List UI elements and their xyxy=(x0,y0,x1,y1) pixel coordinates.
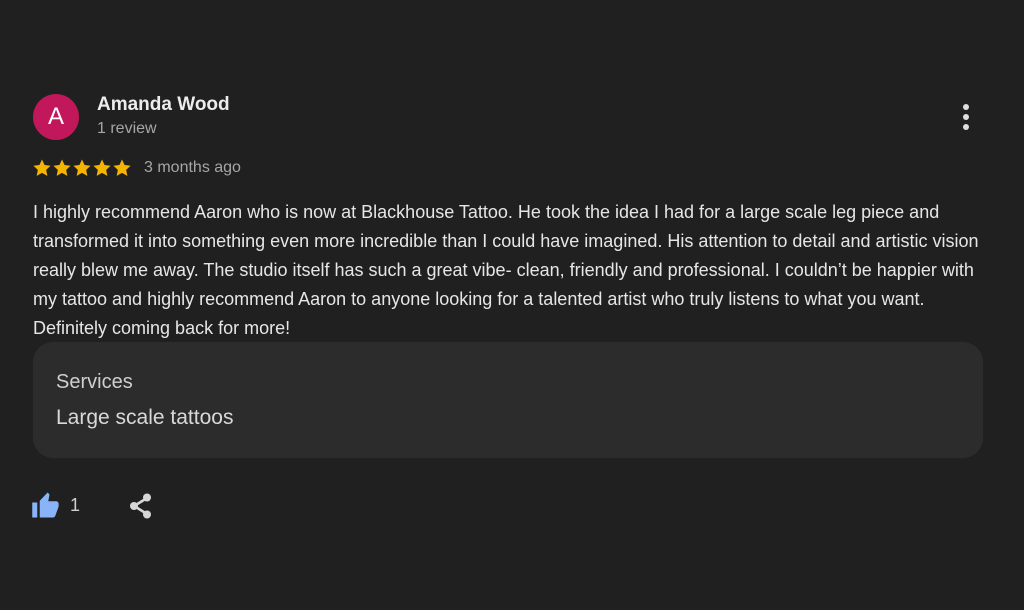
review-text: I highly recommend Aaron who is now at B… xyxy=(33,202,979,338)
author-name[interactable]: Amanda Wood xyxy=(97,94,230,116)
rating-row: 3 months ago xyxy=(32,156,241,180)
share-button[interactable] xyxy=(127,492,155,520)
avatar[interactable]: A xyxy=(33,94,79,140)
more-options-button[interactable] xyxy=(950,100,982,134)
like-button[interactable]: 1 xyxy=(31,490,80,520)
share-icon xyxy=(130,493,151,519)
review-card: A Amanda Wood 1 review 3 months ago I hi… xyxy=(0,0,1024,610)
star-rating xyxy=(32,158,132,178)
services-card: Services Large scale tattoos xyxy=(33,342,983,458)
thumbs-up-icon xyxy=(32,492,59,518)
services-value: Large scale tattoos xyxy=(56,406,234,429)
avatar-initial: A xyxy=(47,103,64,130)
star-icon xyxy=(53,159,71,176)
author-review-count: 1 review xyxy=(97,120,157,137)
star-icon xyxy=(93,159,111,176)
star-icon xyxy=(33,159,51,176)
services-title: Services xyxy=(56,371,133,393)
star-icon xyxy=(113,159,131,176)
like-count: 1 xyxy=(70,494,81,515)
review-date: 3 months ago xyxy=(144,159,241,176)
star-icon xyxy=(73,159,91,176)
